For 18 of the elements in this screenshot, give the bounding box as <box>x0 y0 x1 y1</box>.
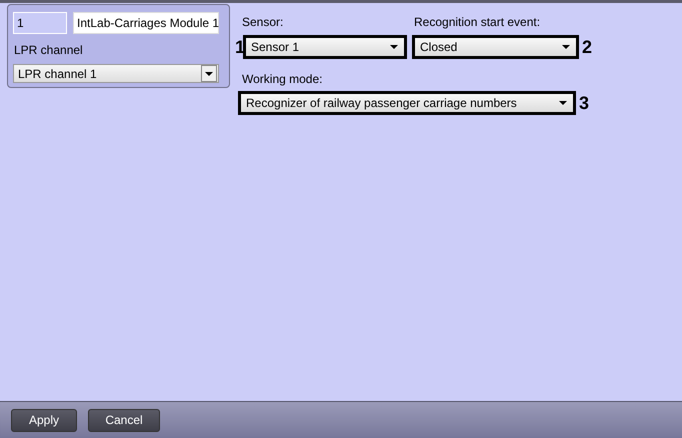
caret-icon <box>390 45 398 49</box>
dropdown[interactable]: Closed <box>412 35 579 59</box>
name-field[interactable]: IntLab-Carriages Module 1 <box>73 12 219 34</box>
callout-number: 3 <box>579 92 590 114</box>
field-label: Working mode: <box>241 72 324 86</box>
channel-label: LPR channel <box>14 43 84 57</box>
field-label: Recognition start event: <box>413 15 542 29</box>
caret-icon <box>205 72 213 76</box>
field-label: Sensor: <box>241 15 284 29</box>
dropdown[interactable]: Sensor 1 <box>243 35 407 59</box>
cancel-button[interactable]: Cancel <box>88 408 160 432</box>
channel-dropdown[interactable]: LPR channel 1 <box>13 64 219 83</box>
apply-button[interactable]: Apply <box>11 408 77 432</box>
callout-number: 2 <box>582 36 592 58</box>
caret-icon <box>559 101 567 105</box>
caret-icon <box>562 45 570 49</box>
id-field[interactable]: 1 <box>13 12 67 34</box>
dropdown[interactable]: Recognizer of railway passenger carriage numbers <box>238 91 576 115</box>
